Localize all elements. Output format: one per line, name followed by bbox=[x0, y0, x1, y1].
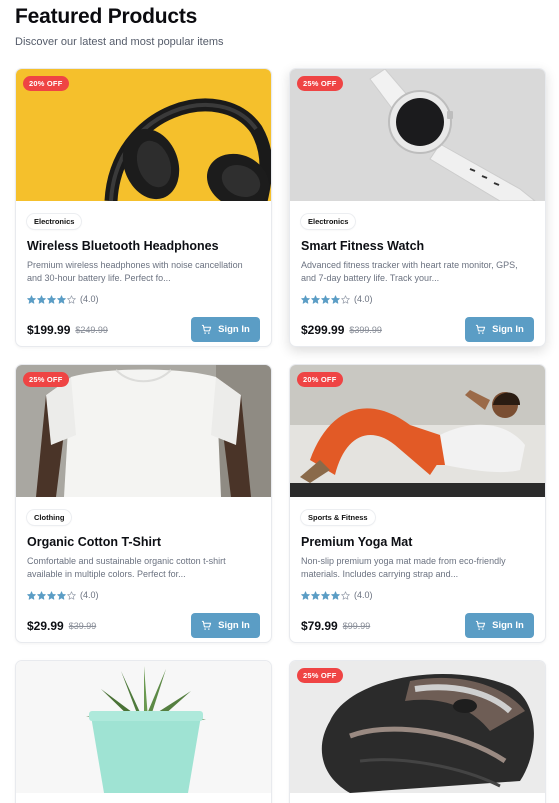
product-name[interactable]: Premium Yoga Mat bbox=[301, 534, 534, 550]
sign-in-button[interactable]: Sign In bbox=[191, 317, 260, 342]
star-filled-icon bbox=[47, 590, 56, 600]
star-filled-icon bbox=[57, 294, 66, 304]
discount-badge: 25% OFF bbox=[297, 76, 343, 91]
star-filled-icon bbox=[47, 294, 56, 304]
star-filled-icon bbox=[321, 294, 330, 304]
rating-value: (4.0) bbox=[80, 590, 99, 600]
discount-badge: 25% OFF bbox=[23, 372, 69, 387]
product-description: Comfortable and sustainable organic cott… bbox=[27, 556, 226, 579]
sign-in-button[interactable]: Sign In bbox=[465, 317, 534, 342]
page-title: Featured Products bbox=[15, 5, 198, 28]
sign-in-button[interactable]: Sign In bbox=[191, 613, 260, 638]
star-filled-icon bbox=[321, 590, 330, 600]
original-price: $399.99 bbox=[349, 324, 382, 335]
star-empty-icon bbox=[341, 294, 350, 304]
price-row: $299.99 $399.99 Sign In bbox=[301, 317, 534, 342]
category-badge: Electronics bbox=[27, 214, 82, 229]
rating-value: (4.0) bbox=[354, 294, 373, 304]
star-filled-icon bbox=[37, 590, 46, 600]
star-filled-icon bbox=[311, 294, 320, 304]
sign-in-label: Sign In bbox=[492, 324, 524, 335]
product-image[interactable]: 25% OFF bbox=[290, 69, 545, 201]
star-filled-icon bbox=[27, 590, 36, 600]
price-row: $79.99 $99.99 Sign In bbox=[301, 613, 534, 638]
rating: (4.0) bbox=[301, 293, 534, 305]
star-filled-icon bbox=[37, 294, 46, 304]
original-price: $39.99 bbox=[68, 620, 97, 631]
rating-value: (4.0) bbox=[80, 294, 99, 304]
star-filled-icon bbox=[311, 590, 320, 600]
price: $199.99 bbox=[27, 322, 71, 337]
product-image[interactable]: 20% OFF bbox=[16, 69, 271, 201]
price-row: $29.99 $39.99 Sign In bbox=[27, 613, 260, 638]
discount-badge: 25% OFF bbox=[297, 668, 343, 683]
star-rating bbox=[27, 590, 76, 600]
original-price: $99.99 bbox=[342, 620, 371, 631]
star-empty-icon bbox=[341, 590, 350, 600]
product-name[interactable]: Wireless Bluetooth Headphones bbox=[27, 238, 260, 254]
sign-in-label: Sign In bbox=[218, 324, 250, 335]
product-card[interactable]: 20% OFF Sports & Fitness Premium Yoga Ma… bbox=[289, 364, 546, 643]
star-rating bbox=[301, 590, 350, 600]
price: $29.99 bbox=[27, 618, 64, 633]
star-rating bbox=[27, 294, 76, 304]
cart-icon bbox=[202, 324, 212, 334]
rating: (4.0) bbox=[301, 589, 534, 601]
original-price: $249.99 bbox=[75, 324, 108, 335]
star-filled-icon bbox=[331, 590, 340, 600]
sign-in-label: Sign In bbox=[218, 620, 250, 631]
product-name[interactable]: Organic Cotton T-Shirt bbox=[27, 534, 260, 550]
price: $299.99 bbox=[301, 322, 345, 337]
rating: (4.0) bbox=[27, 293, 260, 305]
price: $79.99 bbox=[301, 618, 338, 633]
cart-icon bbox=[476, 620, 486, 630]
category-badge: Electronics bbox=[301, 214, 356, 229]
star-filled-icon bbox=[301, 294, 310, 304]
product-description: Non-slip premium yoga mat made from eco-… bbox=[301, 556, 506, 579]
rating-value: (4.0) bbox=[354, 590, 373, 600]
plant-image-icon bbox=[16, 661, 271, 793]
product-card[interactable]: 25% OFF Clothing Organic Cotton T-Shirt … bbox=[15, 364, 272, 643]
product-description: Premium wireless headphones with noise c… bbox=[27, 260, 243, 283]
star-rating bbox=[301, 294, 350, 304]
star-filled-icon bbox=[301, 590, 310, 600]
product-card[interactable]: 20% OFF Electronics Wireless Bluetooth H… bbox=[15, 68, 272, 347]
product-card[interactable]: 25% OFF bbox=[289, 660, 546, 803]
star-filled-icon bbox=[331, 294, 340, 304]
product-name[interactable]: Smart Fitness Watch bbox=[301, 238, 534, 254]
product-image[interactable]: 20% OFF bbox=[290, 365, 545, 497]
product-image[interactable]: 25% OFF bbox=[16, 365, 271, 497]
rating: (4.0) bbox=[27, 589, 260, 601]
discount-badge: 20% OFF bbox=[23, 76, 69, 91]
cart-icon bbox=[202, 620, 212, 630]
category-badge: Sports & Fitness bbox=[301, 510, 375, 525]
product-description: Advanced fitness tracker with heart rate… bbox=[301, 260, 518, 283]
product-image[interactable] bbox=[16, 661, 271, 793]
sign-in-label: Sign In bbox=[492, 620, 524, 631]
product-card[interactable]: 25% OFF Electronics Smart Fitness Watch … bbox=[289, 68, 546, 347]
star-empty-icon bbox=[67, 590, 76, 600]
page-header: Featured Products Discover our latest an… bbox=[15, 4, 223, 49]
cart-icon bbox=[476, 324, 486, 334]
price-row: $199.99 $249.99 Sign In bbox=[27, 317, 260, 342]
product-image[interactable]: 25% OFF bbox=[290, 661, 545, 793]
sign-in-button[interactable]: Sign In bbox=[465, 613, 534, 638]
product-card[interactable] bbox=[15, 660, 272, 803]
page-subtitle: Discover our latest and most popular ite… bbox=[15, 36, 224, 48]
discount-badge: 20% OFF bbox=[297, 372, 343, 387]
category-badge: Clothing bbox=[27, 510, 72, 525]
star-filled-icon bbox=[57, 590, 66, 600]
star-empty-icon bbox=[67, 294, 76, 304]
star-filled-icon bbox=[27, 294, 36, 304]
